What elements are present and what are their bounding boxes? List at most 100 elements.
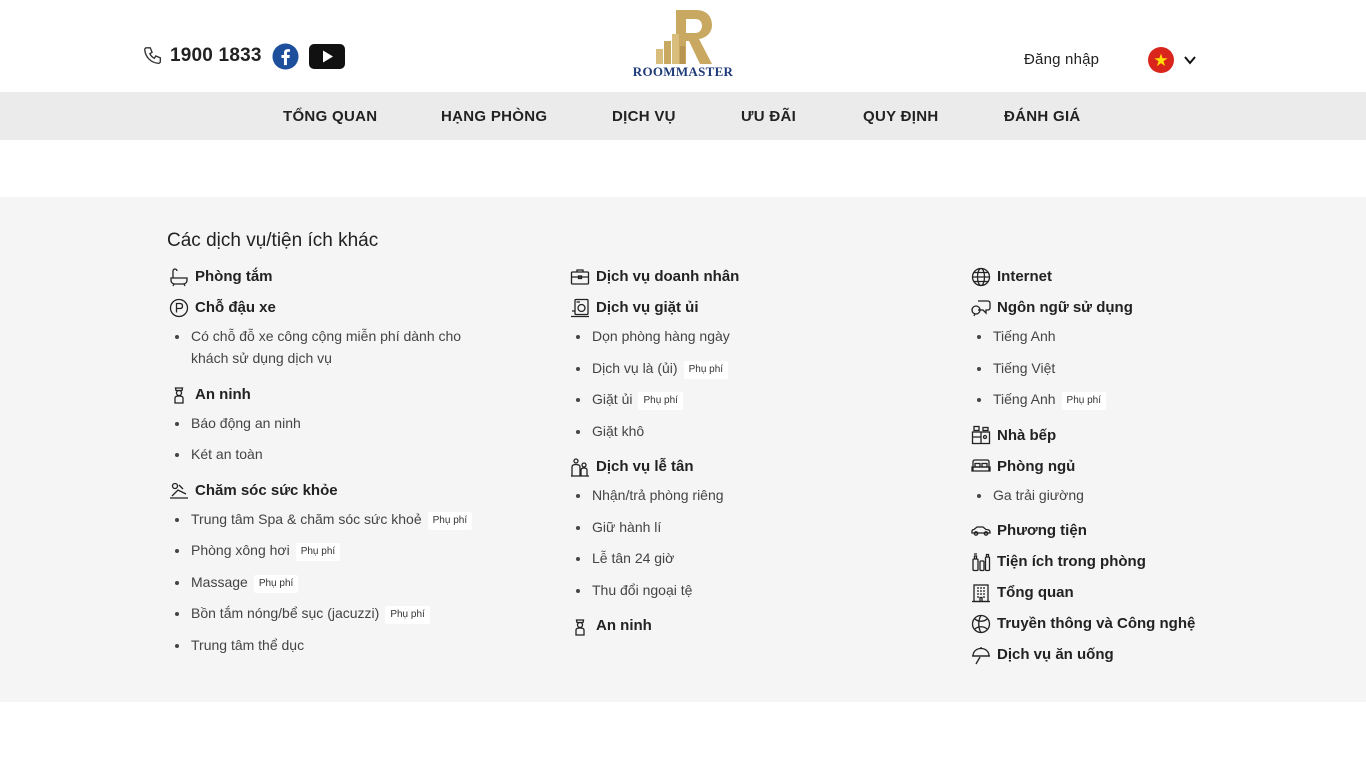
logo-mark-icon bbox=[656, 10, 712, 64]
parking-list: Có chỗ đỗ xe công cộng miễn phí dành cho… bbox=[169, 325, 529, 369]
category-transport: Phương tiện bbox=[971, 515, 1331, 546]
massage-icon bbox=[170, 482, 188, 499]
media-tech-icon bbox=[971, 614, 991, 633]
reception-icon bbox=[571, 457, 589, 477]
car-icon bbox=[971, 525, 991, 536]
brand-name: ROOMMASTER bbox=[632, 64, 734, 79]
speech-bubbles-icon bbox=[971, 299, 991, 316]
reception-list: Nhận/trả phòng riêng Giữ hành lí Lễ tân … bbox=[570, 484, 930, 601]
amenities-section: Các dịch vụ/tiện ích khác Phòng tắm Chỗ … bbox=[0, 197, 1366, 702]
fee-badge: Phụ phí bbox=[427, 511, 473, 530]
list-item: Tiếng Việt bbox=[971, 357, 1331, 379]
fee-badge: Phụ phí bbox=[253, 574, 299, 593]
laundry-list: Dọn phòng hàng ngày Dịch vụ là (ủi) Phụ p… bbox=[570, 325, 930, 442]
list-item: Trung tâm thể dục bbox=[169, 634, 529, 656]
nav-reviews[interactable]: ĐÁNH GIÁ bbox=[1004, 108, 1081, 125]
nav-services[interactable]: DỊCH VỤ bbox=[612, 108, 676, 125]
nav-policies[interactable]: QUY ĐỊNH bbox=[863, 108, 938, 125]
list-item: Giữ hành lí bbox=[570, 516, 930, 538]
category-parking: Chỗ đậu xe bbox=[169, 292, 529, 323]
list-item: Dịch vụ là (ủi) Phụ phí bbox=[570, 357, 930, 379]
toiletries-icon bbox=[972, 552, 991, 571]
list-item: Phòng xông hơi Phụ phí bbox=[169, 539, 529, 561]
building-icon bbox=[972, 583, 990, 602]
category-dining: Dịch vụ ăn uống bbox=[971, 639, 1331, 670]
category-label: Ngôn ngữ sử dụng bbox=[997, 299, 1133, 316]
category-label: An ninh bbox=[596, 617, 652, 634]
bathtub-icon bbox=[170, 267, 188, 286]
category-internet: Internet bbox=[971, 261, 1331, 292]
category-label: Truyền thông và Công nghệ bbox=[997, 615, 1196, 632]
category-reception: Dịch vụ lễ tân bbox=[570, 451, 930, 482]
category-label: Dịch vụ lễ tân bbox=[596, 458, 694, 475]
vietnam-flag-icon bbox=[1148, 47, 1174, 73]
category-label: Tổng quan bbox=[997, 584, 1074, 601]
category-label: Chỗ đậu xe bbox=[195, 299, 276, 316]
fee-badge: Phụ phí bbox=[295, 543, 341, 561]
bed-icon bbox=[971, 459, 991, 472]
briefcase-icon bbox=[570, 268, 590, 285]
kitchen-icon bbox=[971, 425, 991, 445]
section-title: Các dịch vụ/tiện ích khác bbox=[167, 230, 379, 251]
phone-icon bbox=[144, 47, 162, 65]
category-media-tech: Truyền thông và Công nghệ bbox=[971, 608, 1331, 639]
nav-offers[interactable]: ƯU ĐÃI bbox=[741, 108, 796, 125]
list-item: Bồn tắm nóng/bể sục (jacuzzi) Phụ phí bbox=[169, 602, 529, 624]
list-item: Tiếng Anh bbox=[971, 325, 1331, 347]
fee-badge: Phụ phí bbox=[683, 360, 729, 379]
phone-number[interactable]: 1900 1833 bbox=[170, 45, 262, 67]
category-label: Phòng tắm bbox=[195, 268, 273, 285]
list-item: Trung tâm Spa & chăm sóc sức khoẻ Phụ phí bbox=[169, 508, 529, 530]
site-header: 1900 1833 ROOMMASTER Đăng nhập bbox=[0, 0, 1366, 92]
list-item: Ga trải giường bbox=[971, 484, 1331, 506]
category-label: Dịch vụ ăn uống bbox=[997, 646, 1114, 663]
list-item: Giặt ủi Phụ phí bbox=[570, 388, 930, 410]
main-navigation: TỔNG QUAN HẠNG PHÒNG DỊCH VỤ ƯU ĐÃI QUY … bbox=[0, 92, 1366, 140]
food-cloche-icon bbox=[972, 646, 990, 664]
language-list: Tiếng Anh Tiếng Việt Tiếng Anh Phụ phí bbox=[971, 325, 1331, 410]
category-bedroom: Phòng ngủ bbox=[971, 451, 1331, 482]
category-label: An ninh bbox=[195, 385, 251, 403]
list-item: Lễ tân 24 giờ bbox=[570, 547, 930, 569]
list-item: Báo động an ninh bbox=[169, 412, 529, 434]
amenities-column-1: Phòng tắm Chỗ đậu xe Có chỗ đỗ xe công c… bbox=[169, 261, 529, 665]
login-link[interactable]: Đăng nhập bbox=[1024, 51, 1099, 68]
youtube-icon[interactable] bbox=[308, 43, 345, 69]
health-list: Trung tâm Spa & chăm sóc sức khoẻ Phụ phí… bbox=[169, 508, 529, 656]
category-security-2: An ninh bbox=[570, 610, 930, 641]
list-item: Két an toàn bbox=[169, 443, 529, 465]
globe-icon bbox=[971, 267, 991, 286]
language-selector[interactable] bbox=[1148, 47, 1197, 73]
category-languages: Ngôn ngữ sử dụng bbox=[971, 292, 1331, 323]
nav-room-types[interactable]: HẠNG PHÒNG bbox=[441, 108, 547, 125]
category-kitchen: Nhà bếp bbox=[971, 420, 1331, 451]
category-bathroom: Phòng tắm bbox=[169, 261, 529, 292]
category-label: Phương tiện bbox=[997, 522, 1087, 539]
amenities-column-3: Internet Ngôn ngữ sử dụng Tiếng Anh Tiến… bbox=[971, 261, 1331, 670]
bedroom-list: Ga trải giường bbox=[971, 484, 1331, 506]
list-item: Giặt khô bbox=[570, 420, 930, 442]
list-item: Massage Phụ phí bbox=[169, 571, 529, 593]
amenities-column-2: Dịch vụ doanh nhân Dịch vụ giặt ủi Dọn p… bbox=[570, 261, 930, 641]
security-list: Báo động an ninh Két an toàn bbox=[169, 412, 529, 466]
list-item: Tiếng Anh Phụ phí bbox=[971, 388, 1331, 410]
roommaster-logo[interactable]: ROOMMASTER bbox=[628, 8, 738, 82]
category-label: Internet bbox=[997, 268, 1053, 285]
category-label: Chăm sóc sức khỏe bbox=[195, 481, 338, 499]
facebook-icon[interactable] bbox=[272, 42, 299, 70]
category-label: Dịch vụ giặt ủi bbox=[596, 299, 699, 316]
category-business: Dịch vụ doanh nhân bbox=[570, 261, 930, 292]
nav-overview[interactable]: TỔNG QUAN bbox=[283, 108, 377, 125]
washing-machine-icon bbox=[571, 298, 589, 317]
list-item: Thu đổi ngoại tệ bbox=[570, 579, 930, 601]
list-item: Dọn phòng hàng ngày bbox=[570, 325, 930, 347]
chevron-down-icon bbox=[1184, 56, 1196, 65]
category-room-amenities: Tiện ích trong phòng bbox=[971, 546, 1331, 577]
fee-badge: Phụ phí bbox=[385, 606, 430, 624]
security-guard-icon bbox=[575, 618, 585, 636]
list-item: Nhận/trả phòng riêng bbox=[570, 484, 930, 506]
parking-icon bbox=[169, 298, 189, 317]
security-guard-icon bbox=[174, 387, 184, 404]
category-security: An ninh bbox=[169, 379, 529, 410]
category-overview: Tổng quan bbox=[971, 577, 1331, 608]
